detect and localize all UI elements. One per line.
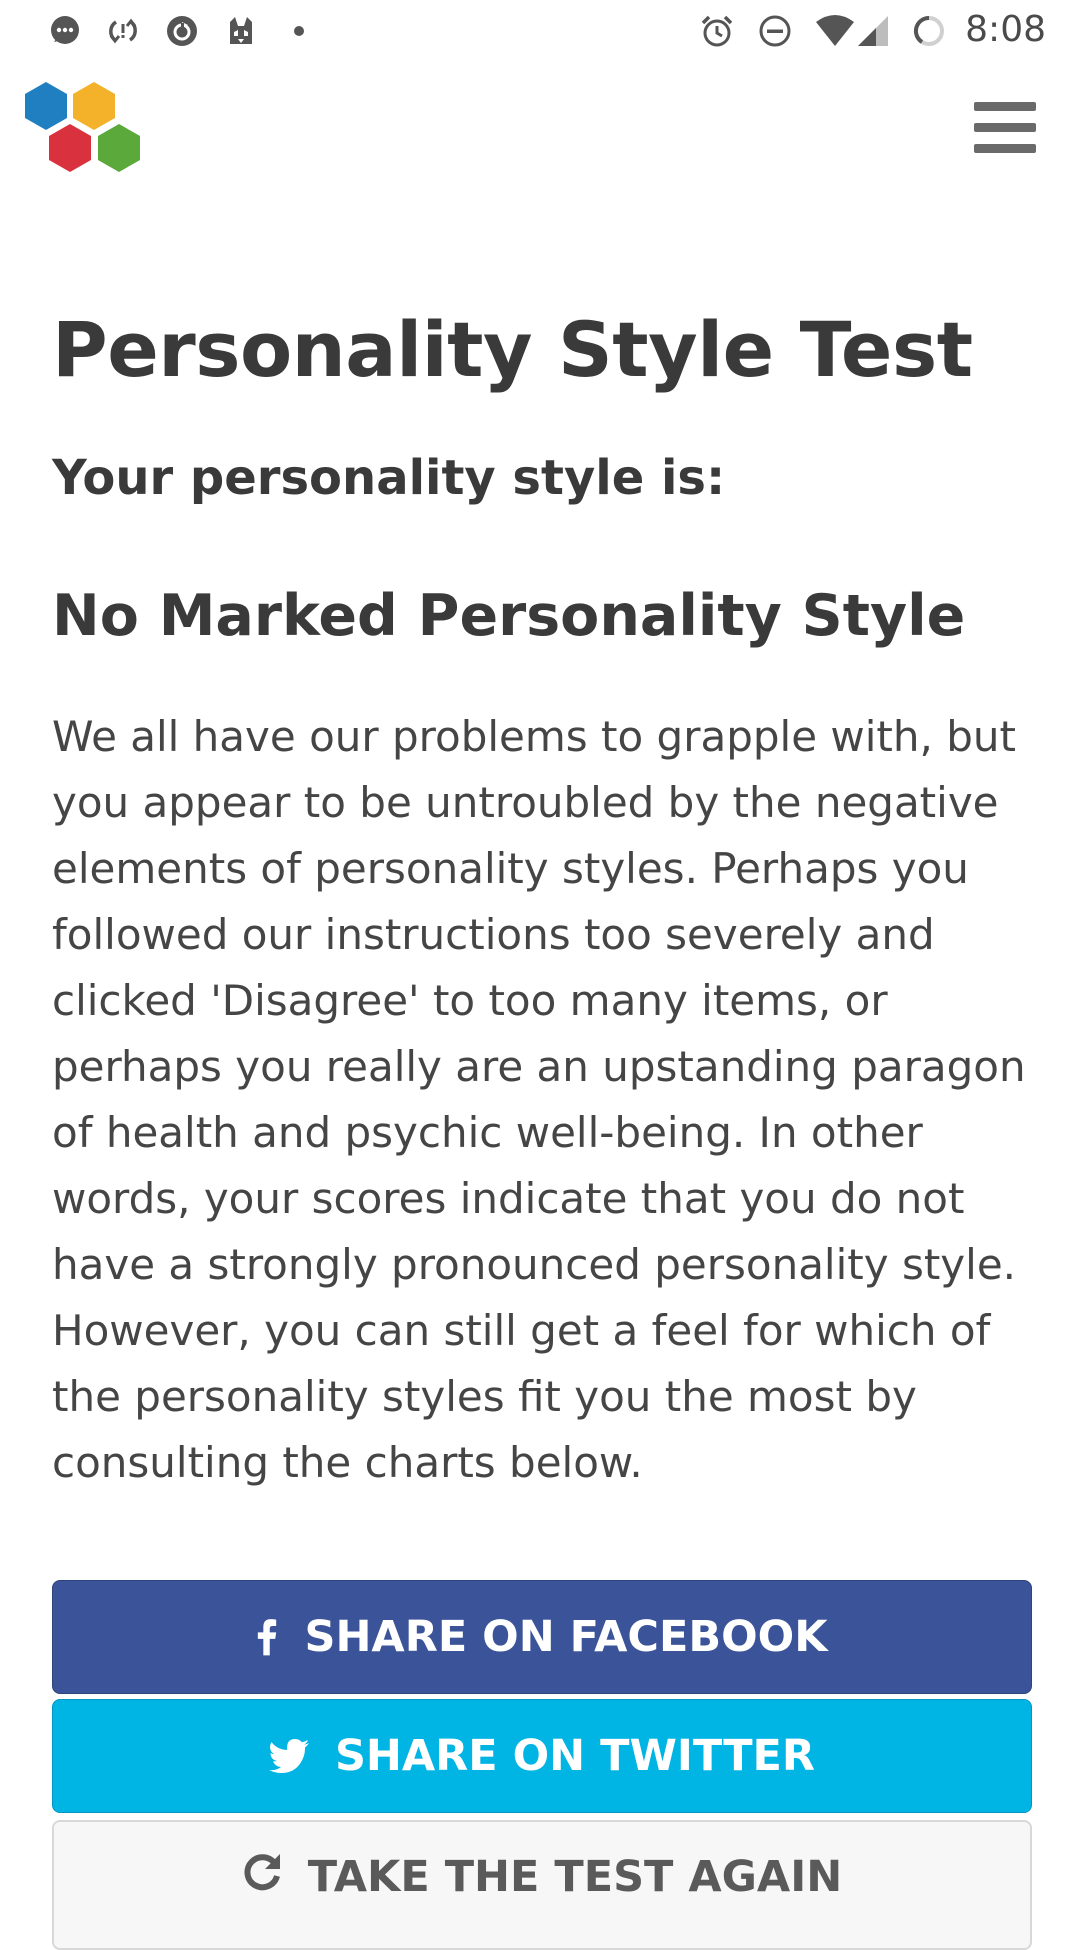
main-content: Personality Style Test Your personality …: [52, 300, 1032, 1496]
page-title: Personality Style Test: [52, 305, 973, 394]
result-subtitle: Your personality style is:: [52, 450, 726, 506]
facebook-icon: [256, 1617, 278, 1657]
alarm-icon: [700, 14, 734, 48]
status-time: 8:08: [965, 9, 1046, 50]
signal-icon: [856, 14, 890, 48]
site-header: [0, 62, 1080, 192]
result-description: We all have our problems to grapple with…: [52, 712, 1026, 1487]
result-title: No Marked Personality Style: [52, 583, 966, 649]
sync-icon: [106, 14, 140, 48]
refresh-icon: [242, 1852, 282, 1892]
dot-icon: [282, 14, 316, 48]
hamburger-menu-icon[interactable]: [970, 97, 1040, 159]
share-facebook-button[interactable]: SHARE ON FACEBOOK: [52, 1580, 1032, 1694]
refresh-circle-icon: [165, 14, 199, 48]
share-twitter-button[interactable]: SHARE ON TWITTER: [52, 1699, 1032, 1813]
battery-charging-icon: [912, 14, 946, 48]
status-bar: 8:08: [0, 0, 1080, 62]
husky-app-icon: [224, 14, 258, 48]
share-twitter-label: SHARE ON TWITTER: [334, 1731, 816, 1781]
hexagon-logo[interactable]: [22, 80, 144, 176]
take-test-again-label: TAKE THE TEST AGAIN: [307, 1852, 843, 1902]
chat-bubble-icon: [48, 14, 82, 48]
share-facebook-label: SHARE ON FACEBOOK: [304, 1612, 828, 1662]
twitter-bird-icon: [268, 1739, 309, 1773]
wifi-icon: [815, 14, 855, 48]
do-not-disturb-icon: [758, 14, 792, 48]
take-test-again-button[interactable]: TAKE THE TEST AGAIN: [52, 1820, 1032, 1950]
